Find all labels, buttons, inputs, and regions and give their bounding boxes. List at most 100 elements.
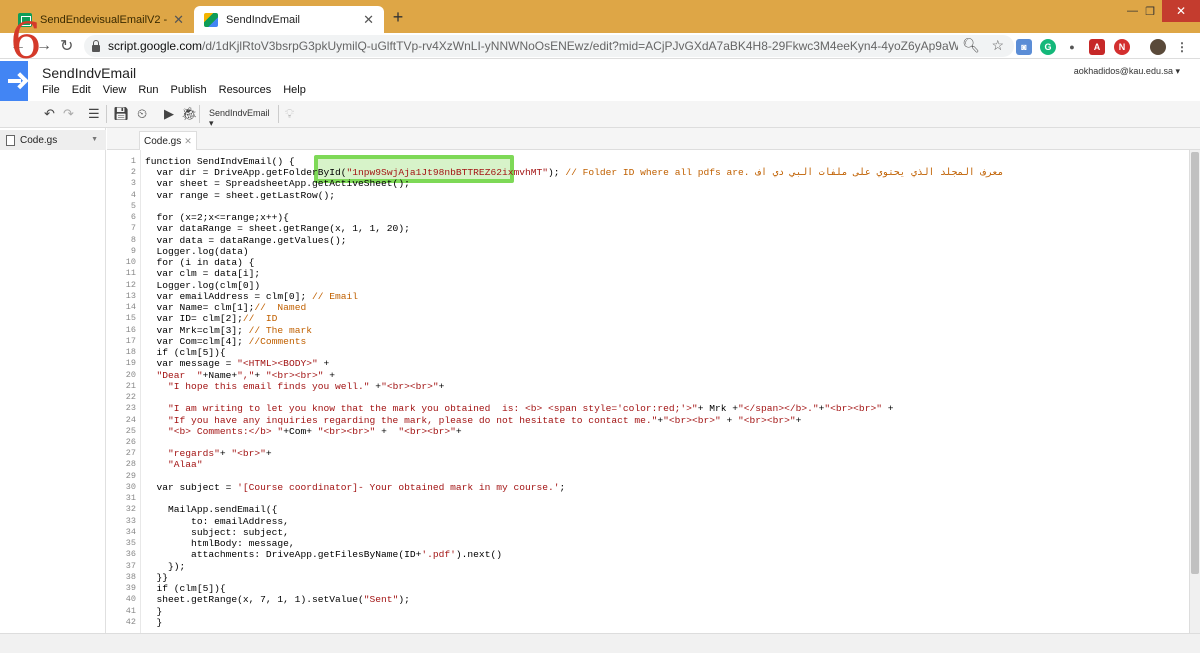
line-number: 41	[125, 605, 136, 616]
code-line: sheet.getRange(x, 7, 1, 1).setValue("Sen…	[145, 594, 410, 606]
line-number: 33	[125, 515, 136, 526]
line-number: 17	[125, 335, 136, 346]
line-number: 39	[125, 583, 136, 594]
document-icon	[6, 134, 15, 146]
line-number: 10	[125, 257, 136, 268]
acrobat-extension-icon[interactable]: A	[1089, 39, 1105, 55]
url-text: script.google.com/d/1dKjlRtoV3bsrpG3pkUy…	[108, 39, 958, 53]
editor-toolbar: ↶ ↷ ☰ 💾︎ ⏲ ▶ 🐞︎ SendIndvEmail ▾ 💡︎	[0, 101, 1200, 128]
function-select[interactable]: SendIndvEmail ▾	[204, 104, 276, 128]
menu-run[interactable]: Run	[138, 84, 158, 96]
url-path: /d/1dKjlRtoV3bsrpG3pkUymilQ-uGlftTVp-rv4…	[202, 39, 958, 53]
save-icon[interactable]: 💾︎	[113, 106, 130, 122]
chevron-down-icon[interactable]: ▼	[91, 136, 98, 143]
record-extension-icon[interactable]: N	[1114, 39, 1130, 55]
menu-resources[interactable]: Resources	[219, 84, 272, 96]
line-number: 36	[125, 549, 136, 560]
scrollbar-thumb[interactable]	[1191, 152, 1199, 574]
profile-avatar[interactable]	[1150, 39, 1166, 55]
line-number: 9	[130, 245, 136, 256]
menu-publish[interactable]: Publish	[171, 84, 207, 96]
toolbar-divider	[199, 105, 200, 123]
code-line: var data = dataRange.getValues();	[145, 234, 347, 246]
code-line: if (clm[5]){	[145, 583, 226, 595]
line-number: 5	[130, 200, 136, 211]
code-line: var ID= clm[2];// ID	[145, 313, 278, 325]
line-number: 26	[125, 437, 136, 447]
grammarly-extension-icon[interactable]: G	[1040, 39, 1056, 55]
code-line: to: emailAddress,	[145, 515, 289, 527]
camera-extension-icon[interactable]: ◙	[1016, 39, 1032, 55]
account-email-text: aokhadidos@kau.edu.sa	[1073, 66, 1173, 76]
line-number: 6	[130, 212, 136, 223]
address-bar[interactable]: script.google.com/d/1dKjlRtoV3bsrpG3pkUy…	[84, 35, 1014, 57]
browser-tab-script[interactable]: SendIndvEmail ✕	[194, 6, 384, 33]
editor-tab-label: Code.gs	[144, 136, 182, 147]
new-tab-button[interactable]: +	[388, 6, 408, 28]
code-line: if (clm[5]){	[145, 347, 226, 359]
restore-icon[interactable]: ❐	[1145, 5, 1155, 18]
code-line: }	[145, 605, 163, 617]
code-line: var Name= clm[1];// Named	[145, 302, 307, 314]
run-icon[interactable]: ▶	[164, 106, 174, 122]
code-line: Logger.log(clm[0])	[145, 279, 261, 291]
line-number: 32	[125, 504, 136, 515]
undo-icon[interactable]: ↶	[44, 106, 55, 122]
line-number: 27	[125, 448, 136, 459]
editor-tab-code-gs[interactable]: Code.gs ✕	[139, 131, 197, 150]
toolbar-divider	[278, 105, 279, 123]
code-line: });	[145, 560, 186, 572]
zoom-icon[interactable]: 🔍︎	[962, 37, 980, 54]
code-line: var dataRange = sheet.getRange(x, 1, 1, …	[145, 223, 410, 235]
code-line: for (x=2;x<=range;x++){	[145, 212, 289, 224]
lightbulb-extension-icon[interactable]: ●	[1064, 39, 1080, 55]
code-line: var clm = data[i];	[145, 268, 261, 280]
line-number: 38	[125, 571, 136, 582]
line-number: 7	[130, 223, 136, 234]
line-number: 37	[125, 560, 136, 571]
menu-help[interactable]: Help	[283, 84, 306, 96]
bookmark-star-icon[interactable]: ☆	[991, 37, 1004, 54]
chrome-menu-icon[interactable]: ⋮	[1174, 39, 1190, 55]
lightbulb-icon[interactable]: 💡︎	[285, 106, 294, 122]
line-number: 14	[125, 302, 136, 313]
file-item-code-gs[interactable]: Code.gs ▼	[0, 130, 106, 150]
code-line: htmlBody: message,	[145, 538, 295, 550]
line-number: 1	[130, 156, 136, 166]
apps-script-logo-icon[interactable]	[0, 61, 28, 101]
project-title[interactable]: SendIndvEmail	[42, 65, 136, 81]
minimize-icon[interactable]: —	[1127, 5, 1138, 17]
code-line: "Dear "+Name+","+ "<br><br>" +	[156, 369, 336, 381]
code-line: var dir = DriveApp.getFolderById("1npw9S…	[145, 167, 1004, 179]
menu-edit[interactable]: Edit	[72, 84, 91, 96]
triggers-clock-icon[interactable]: ⏲	[137, 106, 147, 122]
code-line: var Mrk=clm[3]; // The mark	[145, 324, 312, 336]
horizontal-scrollbar[interactable]	[0, 633, 1200, 653]
vertical-scrollbar[interactable]	[1189, 150, 1200, 633]
browser-tab-strip: SendEndevisualEmailV2 - Google ✕ SendInd…	[0, 0, 1200, 33]
reload-icon[interactable]: ↻	[60, 36, 73, 56]
window-close-button[interactable]: ✕	[1162, 0, 1200, 22]
code-line: "Alaa"	[168, 459, 203, 471]
code-line: var message = "<HTML><BODY>" +	[145, 358, 330, 370]
close-tab-icon[interactable]: ✕	[363, 12, 374, 28]
code-line: var subject = '[Course coordinator]- You…	[145, 481, 566, 493]
menu-view[interactable]: View	[103, 84, 127, 96]
code-editor[interactable]: 1 2 3 4 5 6 7 8 9 10 11 12 13 14 15 16 17 18 19 20 21 22 23 24 2…	[107, 150, 1190, 633]
line-number: 24	[125, 414, 136, 425]
line-number: 15	[125, 313, 136, 324]
code-line: var Com=clm[4]; //Comments	[145, 335, 307, 347]
account-email[interactable]: aokhadidos@kau.edu.sa ▾	[1074, 66, 1180, 77]
close-tab-icon[interactable]: ✕	[173, 12, 184, 28]
line-number-gutter: 1 2 3 4 5 6 7 8 9 10 11 12 13 14 15 16 17 18 19 20 21 22 23 24 2…	[107, 150, 141, 633]
menu-file[interactable]: File	[42, 84, 60, 96]
line-number: 35	[125, 538, 136, 549]
lock-icon	[92, 39, 100, 52]
redo-icon[interactable]: ↷	[63, 106, 74, 122]
line-number: 8	[130, 234, 136, 245]
apps-script-header: SendIndvEmail File Edit View Run Publish…	[0, 59, 1200, 101]
debug-bug-icon[interactable]: 🐞︎	[181, 106, 198, 122]
line-number: 23	[125, 403, 136, 414]
close-tab-icon[interactable]: ✕	[184, 136, 192, 146]
indent-icon[interactable]: ☰	[88, 106, 100, 122]
